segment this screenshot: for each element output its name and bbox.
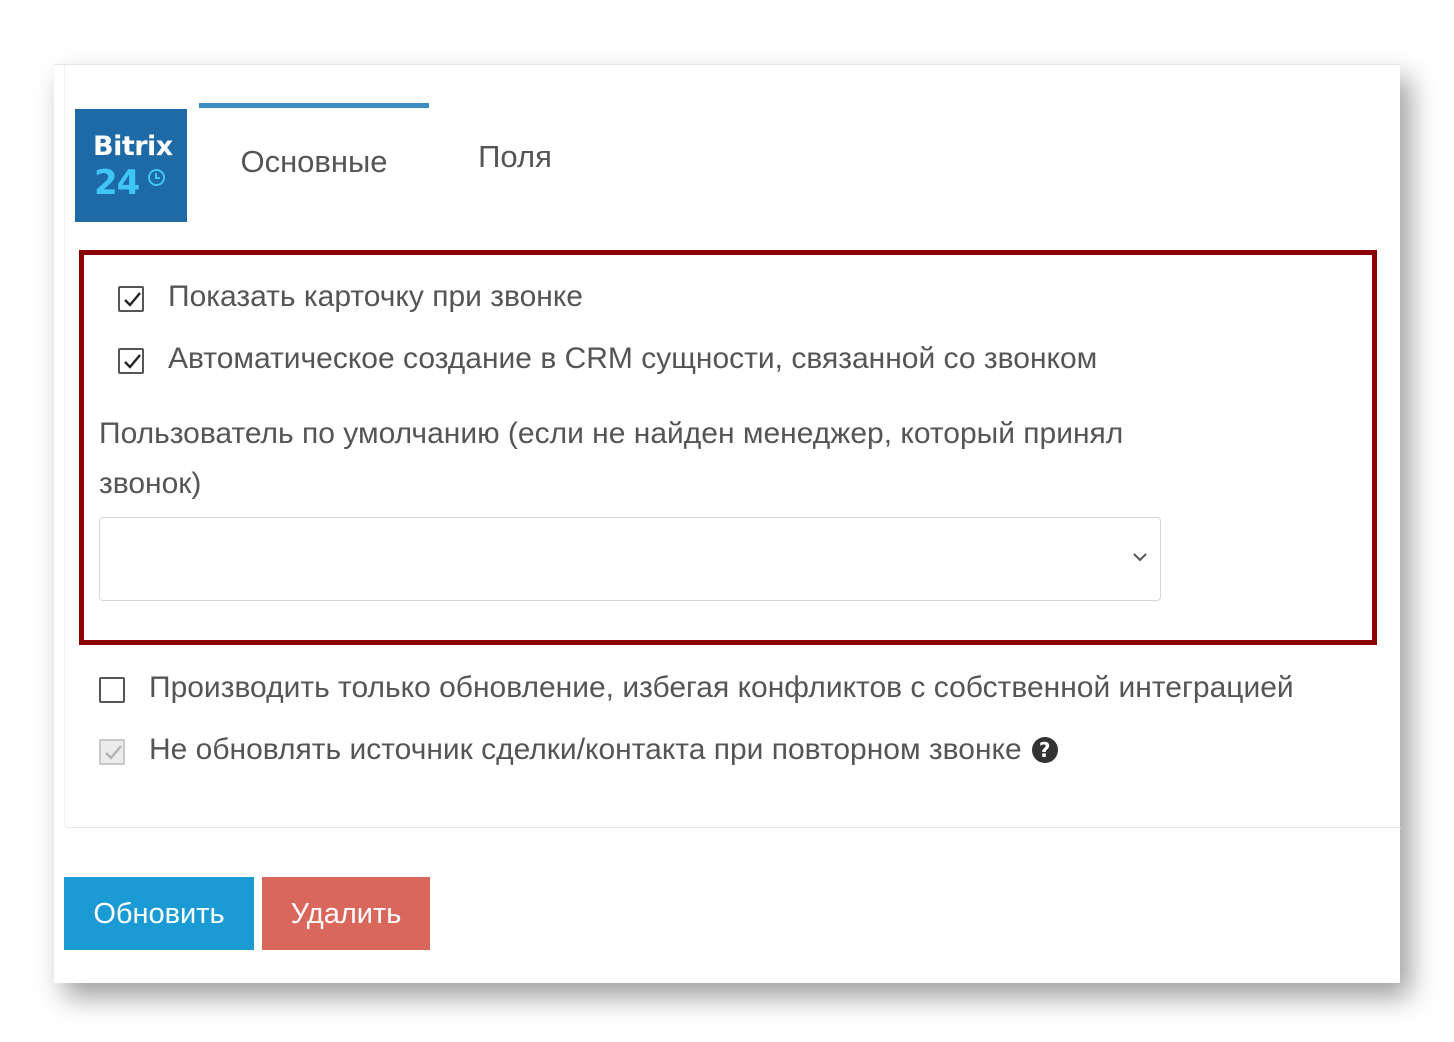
checkmark-icon <box>105 745 122 760</box>
default-user-select[interactable] <box>99 517 1161 601</box>
integration-settings-window: Bitrix 24 Основные Поля Показать карточк… <box>54 64 1401 983</box>
no-update-source-checkbox <box>99 739 125 765</box>
auto-create-label: Автоматическое создание в CRM сущности, … <box>168 342 1098 375</box>
update-only-checkbox[interactable] <box>99 677 125 703</box>
tab-fields[interactable]: Поля <box>445 103 585 217</box>
highlight-frame: Показать карточку при звонке Автоматичес… <box>79 250 1377 645</box>
settings-panel: Bitrix 24 Основные Поля Показать карточк… <box>64 65 1401 828</box>
no-update-source-label: Не обновлять источник сделки/контакта пр… <box>149 733 1058 767</box>
clock-icon <box>148 169 165 186</box>
tab-basic[interactable]: Основные <box>199 103 429 222</box>
chevron-down-icon <box>1133 553 1147 562</box>
default-user-label: Пользователь по умолчанию (если не найде… <box>99 417 1124 500</box>
checkmark-icon <box>124 292 141 307</box>
show-card-checkbox[interactable] <box>118 286 144 312</box>
delete-button[interactable]: Удалить <box>262 877 430 950</box>
question-circle-icon[interactable]: ? <box>1031 737 1058 763</box>
no-update-source-text: Не обновлять источник сделки/контакта пр… <box>149 733 1022 766</box>
auto-create-checkbox[interactable] <box>118 348 144 374</box>
update-only-label: Производить только обновление, избегая к… <box>149 671 1294 704</box>
checkmark-icon <box>124 354 141 369</box>
show-card-label: Показать карточку при звонке <box>168 280 583 313</box>
bitrix24-logo: Bitrix 24 <box>75 109 187 222</box>
update-button[interactable]: Обновить <box>64 877 254 950</box>
logo-text-bitrix: Bitrix <box>93 131 173 162</box>
logo-text-24: 24 <box>94 163 140 203</box>
